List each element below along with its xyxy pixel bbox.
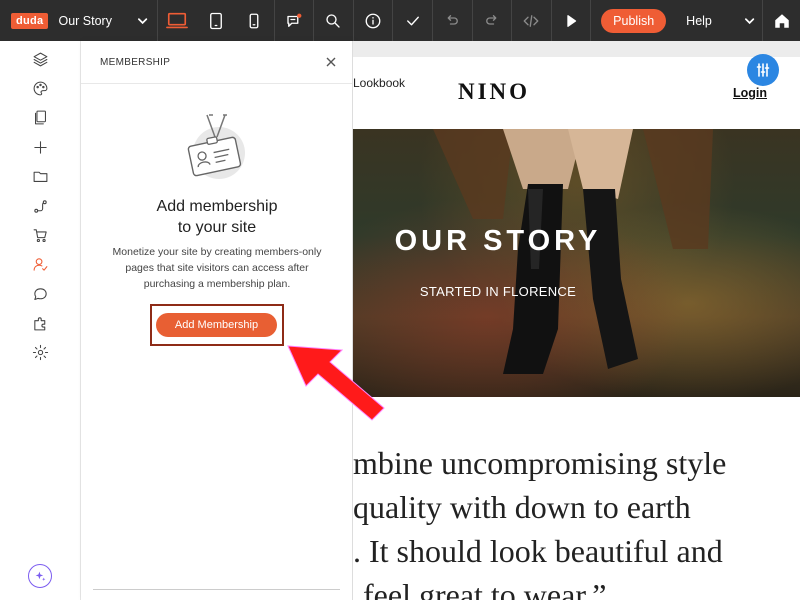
- mobile-view-button[interactable]: [235, 0, 274, 41]
- home-icon: [774, 13, 789, 28]
- login-link[interactable]: Login: [733, 86, 767, 100]
- left-sidebar: [0, 41, 81, 600]
- chat-icon: [33, 287, 47, 300]
- quote-line: . It should look beautiful and: [353, 533, 723, 569]
- panel-description: Monetize your site by creating members-o…: [112, 246, 322, 290]
- top-toolbar: duda Our Story Publish Help: [0, 0, 800, 41]
- layers-icon: [33, 52, 47, 66]
- sidebar-item-add[interactable]: [30, 137, 50, 157]
- sidebar-item-connections[interactable]: [30, 196, 50, 216]
- quote-line: feel great to wear.”: [363, 577, 607, 600]
- membership-icon: [33, 257, 47, 271]
- sparkle-icon: [35, 571, 45, 581]
- sidebar-item-layers[interactable]: [30, 49, 50, 69]
- play-icon: [567, 14, 577, 27]
- quote-line: quality with down to earth: [353, 489, 691, 525]
- check-icon: [406, 16, 419, 25]
- comments-button[interactable]: [275, 0, 314, 41]
- quote-text: mbine uncompromising style quality with …: [353, 441, 800, 600]
- panel-heading: Add membership to your site: [156, 198, 278, 236]
- settings-icon: [32, 344, 48, 360]
- desktop-icon: [166, 12, 188, 28]
- site-brand-logo[interactable]: NINO: [458, 79, 530, 105]
- sidebar-item-membership[interactable]: [30, 254, 50, 274]
- redo-button[interactable]: [472, 0, 511, 41]
- apps-icon: [33, 316, 45, 330]
- panel-header: MEMBERSHIP: [81, 41, 352, 84]
- nav-link-lookbook[interactable]: Lookbook: [353, 76, 405, 90]
- sidebar-item-apps[interactable]: [30, 313, 50, 333]
- home-button[interactable]: [762, 0, 800, 41]
- comments-icon: [287, 13, 302, 27]
- hero-photo-boots: [433, 129, 713, 374]
- chevron-down-icon[interactable]: [743, 14, 756, 28]
- sidebar-item-store[interactable]: [30, 225, 50, 245]
- sidebar-item-pages[interactable]: [30, 107, 50, 127]
- close-button[interactable]: [324, 55, 338, 69]
- section-settings-button[interactable]: [747, 54, 779, 86]
- site-preview[interactable]: Lookbook NINO Login OUR STORY STARTED IN…: [353, 41, 800, 600]
- sidebar-item-chat[interactable]: [30, 284, 50, 304]
- sidebar-item-settings[interactable]: [30, 342, 50, 362]
- info-icon: [365, 13, 381, 28]
- folder-icon: [33, 171, 47, 182]
- publish-button[interactable]: Publish: [601, 8, 667, 33]
- mobile-icon: [249, 13, 259, 28]
- pages-icon: [34, 110, 46, 124]
- close-icon: [326, 57, 336, 67]
- ai-assistant-button[interactable]: [28, 564, 52, 588]
- hero-title: OUR STORY: [394, 225, 602, 257]
- membership-card-illustration: [187, 114, 245, 179]
- duda-logo[interactable]: duda: [11, 12, 49, 29]
- sidebar-item-design[interactable]: [30, 78, 50, 98]
- code-icon: [523, 14, 539, 27]
- tablet-icon: [209, 12, 222, 29]
- add-icon: [33, 140, 47, 154]
- check-button[interactable]: [393, 0, 432, 41]
- palette-icon: [33, 81, 47, 95]
- undo-button[interactable]: [433, 0, 472, 41]
- panel-title: MEMBERSHIP: [100, 56, 171, 68]
- redo-icon: [485, 14, 497, 25]
- add-membership-button[interactable]: Add Membership: [156, 313, 277, 337]
- panel-divider: [93, 589, 340, 590]
- annotation-arrow: [287, 345, 385, 421]
- quote-line: mbine uncompromising style: [353, 445, 727, 481]
- sidebar-item-content[interactable]: [30, 166, 50, 186]
- membership-panel: MEMBERSHIP Add membership to your site M…: [81, 41, 353, 600]
- connections-icon: [33, 199, 47, 213]
- help-menu[interactable]: Help: [686, 14, 739, 28]
- hero-section[interactable]: OUR STORY STARTED IN FLORENCE: [353, 129, 800, 397]
- tablet-view-button[interactable]: [196, 0, 235, 41]
- hero-subtitle: STARTED IN FLORENCE: [419, 284, 577, 299]
- sliders-icon: [756, 63, 770, 77]
- desktop-view-button[interactable]: [158, 0, 197, 41]
- chevron-down-icon[interactable]: [136, 14, 149, 28]
- info-button[interactable]: [354, 0, 393, 41]
- undo-icon: [447, 14, 459, 25]
- code-button[interactable]: [512, 0, 551, 41]
- cart-icon: [33, 228, 47, 242]
- search-icon: [326, 13, 341, 28]
- site-name-selector[interactable]: Our Story: [58, 14, 132, 28]
- preview-play-button[interactable]: [552, 0, 591, 41]
- search-button[interactable]: [314, 0, 353, 41]
- preview-top-strip: [353, 41, 800, 57]
